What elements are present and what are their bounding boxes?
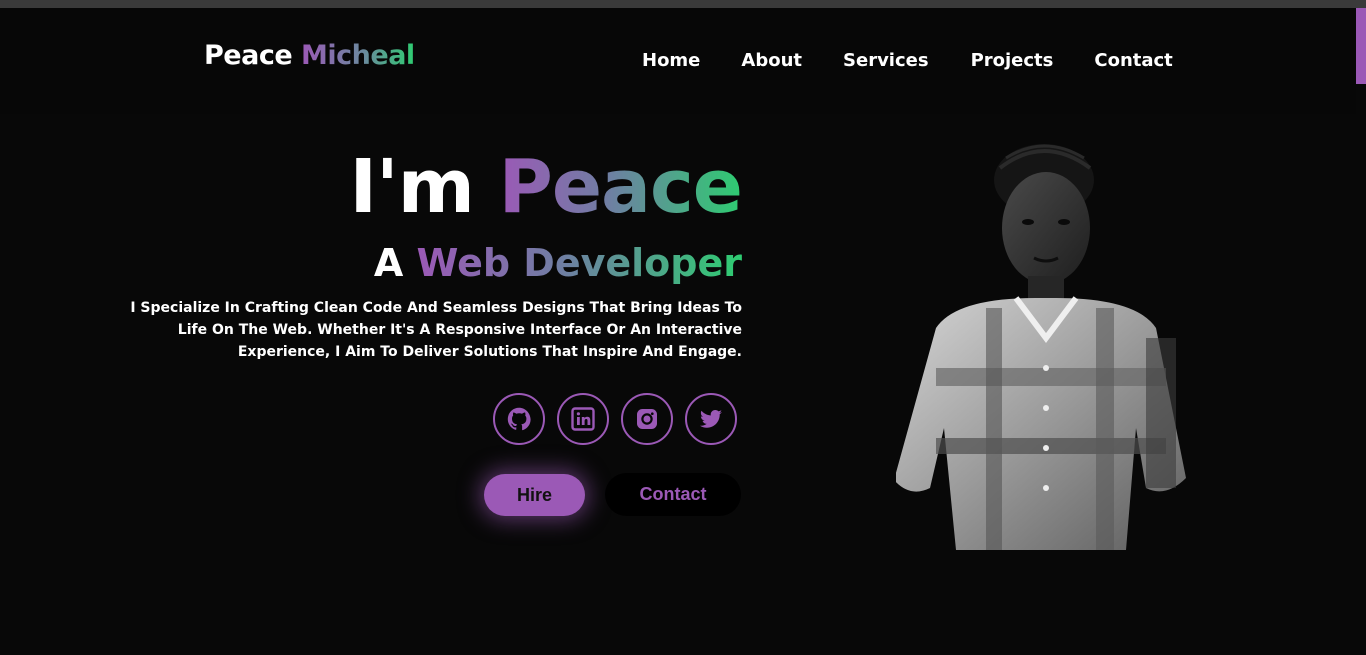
hire-button[interactable]: Hire — [484, 474, 585, 516]
hero-subtitle: A Web Developer — [374, 244, 742, 282]
main-nav: Home About Services Projects Contact — [642, 50, 1173, 71]
nav-services[interactable]: Services — [843, 50, 929, 71]
social-links — [493, 393, 737, 445]
hero-title: I'm Peace — [350, 150, 743, 224]
twitter-icon — [700, 410, 722, 428]
twitter-link[interactable] — [685, 393, 737, 445]
page: Peace Micheal Home About Services Projec… — [0, 8, 1366, 655]
hero-description: I Specialize In Crafting Clean Code And … — [130, 300, 742, 360]
logo-first-name: Peace — [204, 40, 293, 71]
nav-home[interactable]: Home — [642, 50, 700, 71]
logo[interactable]: Peace Micheal — [204, 40, 415, 71]
hero-title-name: Peace — [498, 144, 743, 230]
hero-title-prefix: I'm — [349, 144, 475, 230]
hero-subtitle-role: Web Developer — [416, 241, 742, 285]
nav-about[interactable]: About — [741, 50, 802, 71]
github-icon — [507, 407, 531, 431]
nav-projects[interactable]: Projects — [971, 50, 1054, 71]
portrait-image — [896, 144, 1186, 550]
logo-last-name: Micheal — [301, 40, 415, 71]
instagram-icon — [637, 409, 657, 429]
hero-subtitle-prefix: A — [373, 241, 404, 285]
scrollbar-thumb[interactable] — [1356, 8, 1366, 84]
linkedin-link[interactable] — [557, 393, 609, 445]
instagram-link[interactable] — [621, 393, 673, 445]
nav-contact[interactable]: Contact — [1094, 50, 1172, 71]
linkedin-icon — [571, 407, 595, 431]
site-header: Peace Micheal Home About Services Projec… — [0, 8, 1356, 114]
contact-button[interactable]: Contact — [605, 473, 741, 516]
browser-top-edge — [0, 0, 1366, 8]
github-link[interactable] — [493, 393, 545, 445]
